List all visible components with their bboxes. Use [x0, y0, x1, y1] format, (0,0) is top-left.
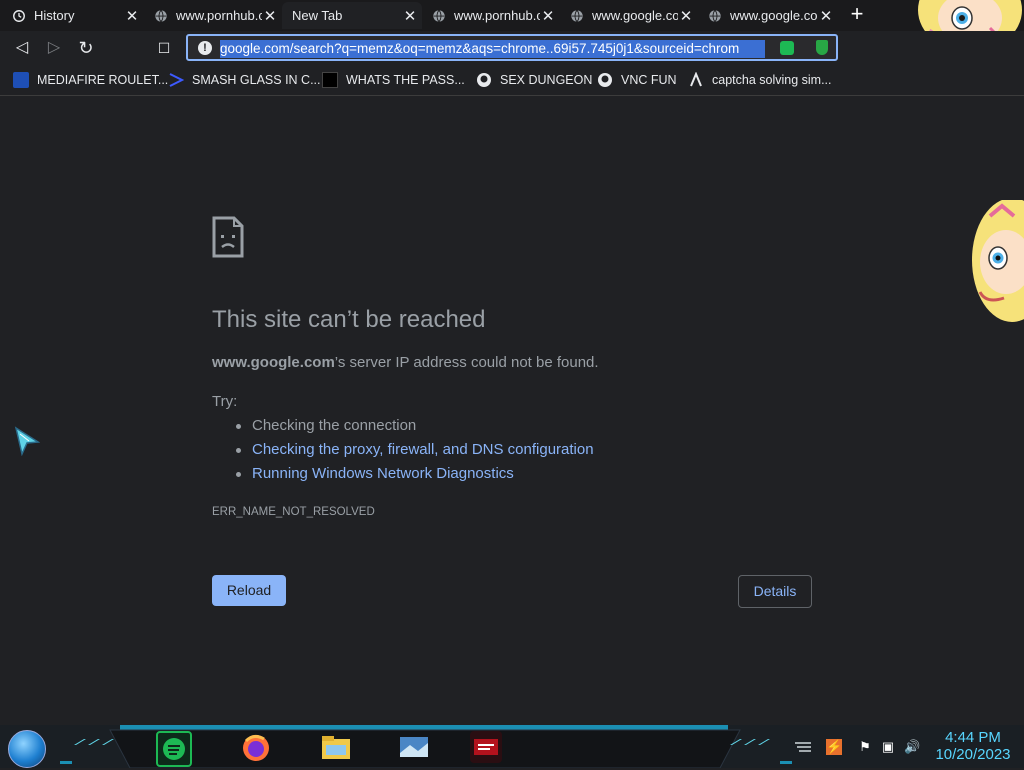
error-page: This site can’t be reached www.google.co…	[0, 96, 1024, 725]
bookmark-star-icon[interactable]: ☐	[155, 39, 173, 57]
tab-title: www.google.co	[592, 8, 678, 23]
error-title: This site can’t be reached	[212, 306, 486, 333]
close-tab-icon[interactable]: ✕	[540, 7, 556, 25]
suggestion-check-connection: Checking the connection	[236, 416, 594, 440]
tab-strip: History ✕ www.pornhub.c ✕ New Tab ✕ www.…	[0, 0, 1024, 31]
mouse-cursor-icon	[14, 426, 40, 456]
close-tab-icon[interactable]: ✕	[262, 7, 278, 25]
sticker-character-image	[972, 200, 1024, 322]
taskbar-firefox-icon[interactable]	[240, 731, 272, 763]
globe-icon	[433, 9, 445, 22]
tab-title: www.pornhub.c	[454, 8, 540, 23]
reload-page-button[interactable]: Reload	[212, 575, 286, 606]
clock-date: 10/20/2023	[935, 746, 1011, 763]
globe-icon	[571, 9, 583, 22]
globe-icon	[155, 9, 167, 22]
github-icon	[598, 73, 612, 87]
tab-history[interactable]: History ✕	[2, 2, 144, 29]
tab-title: www.google.co	[730, 8, 818, 23]
bookmark-label: SEX DUNGEON	[500, 73, 593, 87]
github-icon	[477, 73, 491, 87]
tab-title: History	[34, 8, 75, 23]
tab-new-tab[interactable]: New Tab ✕	[282, 2, 422, 29]
error-host: www.google.com	[212, 354, 335, 371]
details-button[interactable]: Details	[738, 575, 812, 608]
error-description-suffix: ’s server IP address could not be found.	[334, 354, 599, 371]
bookmark-label: captcha solving sim...	[712, 73, 832, 87]
tab-title: New Tab	[292, 8, 343, 23]
close-tab-icon[interactable]: ✕	[402, 7, 418, 25]
url-text[interactable]: google.com/search?q=memz&oq=memz&aqs=chr…	[220, 40, 765, 58]
bookmark-label: WHATS THE PASS...	[346, 73, 465, 87]
mediafire-icon	[13, 72, 29, 88]
suggestion-diagnostics-link[interactable]: Running Windows Network Diagnostics	[236, 464, 594, 488]
back-button[interactable]: ◁	[13, 39, 31, 57]
browser-toolbar: ◁ ▷ ↻ ☐ ! google.com/search?q=memz&oq=me…	[0, 31, 1024, 65]
taskbar-spotify-icon[interactable]	[156, 731, 192, 767]
tray-app-icon[interactable]: ⚡	[826, 739, 842, 755]
bookmark-label: VNC FUN	[621, 73, 677, 87]
try-label: Try:	[212, 393, 238, 410]
close-tab-icon[interactable]: ✕	[818, 7, 834, 25]
tab-google-2[interactable]: www.google.co ✕	[698, 2, 838, 29]
tab-pornhub-1[interactable]: www.pornhub.c ✕	[144, 2, 282, 29]
forward-button[interactable]: ▷	[45, 39, 63, 57]
taskbar-clock[interactable]: 4:44 PM 10/20/2023	[930, 729, 1016, 763]
spotify-extension-icon[interactable]	[780, 41, 794, 55]
globe-icon	[709, 9, 721, 22]
site-info-icon[interactable]: !	[198, 41, 212, 55]
clock-time: 4:44 PM	[945, 729, 1001, 746]
error-description: www.google.com’s server IP address could…	[212, 354, 599, 371]
bookmark-label: SMASH GLASS IN C...	[192, 73, 321, 87]
bookmarks-bar: MEDIAFIRE ROULET... SMASH GLASS IN C... …	[0, 65, 1024, 96]
address-bar[interactable]: ! google.com/search?q=memz&oq=memz&aqs=c…	[186, 34, 838, 61]
sad-page-icon	[212, 216, 244, 258]
taskbar: ⚡ ⚑ ▣ 🔊 4:44 PM 10/20/2023	[0, 725, 1024, 768]
tab-title: www.pornhub.c	[176, 8, 262, 23]
tab-pornhub-2[interactable]: www.pornhub.c ✕	[422, 2, 560, 29]
taskbar-explorer-icon[interactable]	[320, 731, 352, 763]
taskbar-app-icon[interactable]	[470, 731, 502, 763]
show-desktop-icon[interactable]	[793, 739, 813, 755]
bookmark-vnc-fun[interactable]: VNC FUN	[597, 71, 677, 89]
close-tab-icon[interactable]: ✕	[124, 7, 140, 25]
close-tab-icon[interactable]: ✕	[678, 7, 694, 25]
bookmark-whats-the-pass[interactable]: WHATS THE PASS...	[322, 71, 465, 89]
shield-extension-icon[interactable]	[816, 40, 828, 55]
suggestion-proxy-link[interactable]: Checking the proxy, firewall, and DNS co…	[236, 440, 594, 464]
lambda-icon	[690, 72, 702, 87]
start-orb-button[interactable]	[8, 730, 46, 768]
bookmark-sex-dungeon[interactable]: SEX DUNGEON	[476, 71, 592, 89]
suggestion-list: Checking the connection Checking the pro…	[236, 416, 594, 488]
action-center-flag-icon[interactable]: ⚑	[857, 739, 873, 755]
pass-icon	[322, 72, 338, 88]
history-icon	[13, 9, 25, 22]
reload-button[interactable]: ↻	[77, 39, 95, 57]
sigma-icon	[169, 73, 184, 87]
bookmark-captcha[interactable]: captcha solving sim...	[688, 71, 832, 89]
volume-icon[interactable]: 🔊	[904, 739, 920, 755]
error-code: ERR_NAME_NOT_RESOLVED	[212, 506, 375, 518]
new-tab-button[interactable]: +	[847, 3, 867, 25]
bookmark-smash-glass[interactable]: SMASH GLASS IN C...	[168, 71, 321, 89]
network-icon[interactable]: ▣	[880, 739, 896, 755]
bookmark-label: MEDIAFIRE ROULET...	[37, 73, 169, 87]
taskbar-photos-icon[interactable]	[398, 731, 430, 763]
tab-google-1[interactable]: www.google.co ✕	[560, 2, 698, 29]
bookmark-mediafire[interactable]: MEDIAFIRE ROULET...	[13, 71, 168, 89]
